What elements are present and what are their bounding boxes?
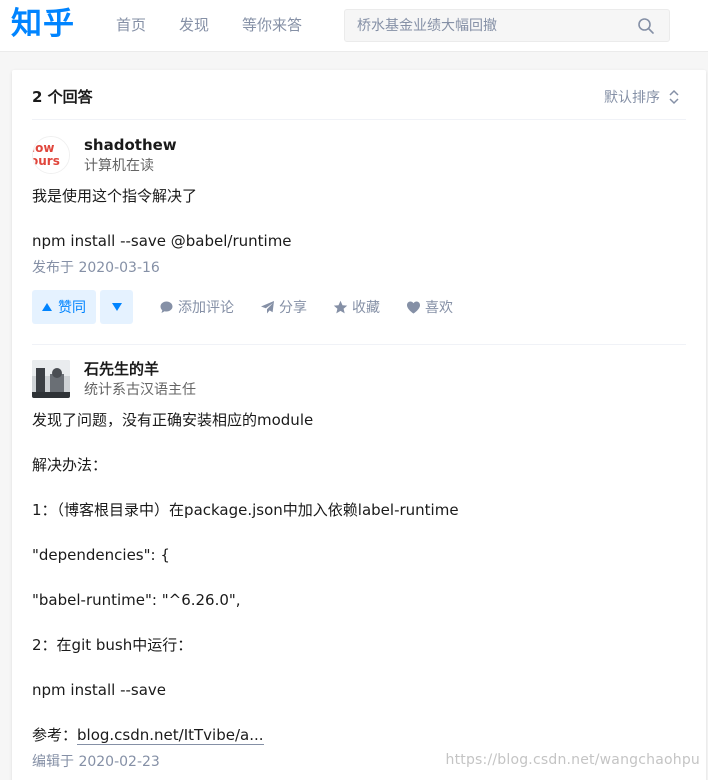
answers-card: 2 个回答 默认排序 iow ours shadothew 计算机在读 我是使用… bbox=[12, 70, 706, 780]
answer-paragraph: 我是使用这个指令解决了 bbox=[32, 187, 198, 205]
share-label: 分享 bbox=[279, 300, 307, 316]
answer-author: 石先生的羊 统计系古汉语主任 bbox=[32, 360, 686, 406]
answers-header: 2 个回答 默认排序 bbox=[32, 70, 686, 120]
top-bar: 知乎 首页 发现 等你来答 bbox=[0, 0, 708, 52]
search-input[interactable] bbox=[357, 17, 627, 35]
answer-paragraph: 解决办法： bbox=[32, 456, 108, 474]
watermark: https://blog.csdn.net/wangchaohpu bbox=[445, 752, 700, 768]
triangle-up-icon bbox=[42, 303, 52, 311]
answer-paragraph: "babel-runtime": "^6.26.0", bbox=[32, 591, 241, 609]
author-bio: 计算机在读 bbox=[84, 158, 154, 174]
comment-label: 添加评论 bbox=[178, 300, 234, 316]
answer-paragraph: "dependencies": { bbox=[32, 546, 170, 564]
answer-content: 我是使用这个指令解决了 npm install --save @babel/ru… bbox=[32, 184, 686, 254]
answer-date[interactable]: 发布于 2020-03-16 bbox=[32, 258, 686, 278]
reference-link[interactable]: blog.csdn.net/ItTvibe/a... bbox=[77, 726, 264, 745]
nav-item-waiting[interactable]: 等你来答 bbox=[242, 14, 302, 36]
share-icon bbox=[261, 300, 274, 313]
answer-paragraph: 1：（博客根目录中）在package.json中加入依赖label-runtim… bbox=[32, 501, 459, 519]
answer-divider bbox=[32, 344, 686, 345]
upvote-label: 赞同 bbox=[58, 300, 86, 316]
main-nav: 首页 发现 等你来答 bbox=[116, 14, 335, 36]
svg-text:iow: iow bbox=[33, 141, 54, 155]
heart-icon bbox=[407, 301, 420, 313]
nav-item-explore[interactable]: 发现 bbox=[179, 14, 209, 36]
triangle-down-icon bbox=[111, 303, 122, 311]
like-label: 喜欢 bbox=[425, 300, 453, 316]
answer-paragraph: 2：在git bush中运行： bbox=[32, 636, 193, 654]
share-button[interactable]: 分享 bbox=[260, 297, 307, 317]
reference-prefix: 参考： bbox=[32, 726, 78, 744]
collect-label: 收藏 bbox=[352, 300, 380, 316]
author-name[interactable]: shadothew bbox=[84, 135, 177, 156]
downvote-button[interactable] bbox=[100, 290, 133, 324]
search-icon[interactable] bbox=[637, 17, 655, 35]
answer-actions: 赞同 添加评论 分享 收藏 喜欢 bbox=[32, 290, 686, 324]
comment-icon bbox=[160, 301, 173, 313]
answer-item: iow ours shadothew 计算机在读 我是使用这个指令解决了 npm… bbox=[32, 136, 686, 324]
nav-item-home[interactable]: 首页 bbox=[116, 14, 146, 36]
star-icon bbox=[333, 300, 348, 313]
sort-toggle-icon bbox=[669, 89, 679, 105]
search-box bbox=[344, 9, 670, 42]
like-button[interactable]: 喜欢 bbox=[406, 297, 453, 317]
zhihu-logo[interactable]: 知乎 bbox=[11, 4, 75, 44]
author-name[interactable]: 石先生的羊 bbox=[84, 359, 159, 380]
answer-author: iow ours shadothew 计算机在读 bbox=[32, 136, 686, 182]
svg-text:ours: ours bbox=[33, 154, 60, 168]
avatar[interactable] bbox=[32, 360, 70, 398]
avatar[interactable]: iow ours bbox=[32, 136, 70, 174]
reference-paragraph: 参考：blog.csdn.net/ItTvibe/a... bbox=[32, 723, 686, 748]
answer-paragraph: 发现了问题，没有正确安装相应的module bbox=[32, 411, 314, 429]
author-bio: 统计系古汉语主任 bbox=[84, 382, 196, 398]
answer-content: 发现了问题，没有正确安装相应的module 解决办法： 1：（博客根目录中）在p… bbox=[32, 408, 686, 748]
comment-button[interactable]: 添加评论 bbox=[159, 297, 234, 317]
upvote-button[interactable]: 赞同 bbox=[32, 290, 96, 324]
answer-paragraph: npm install --save @babel/runtime bbox=[32, 232, 292, 250]
answer-count: 2 个回答 bbox=[32, 88, 93, 106]
answer-item: 石先生的羊 统计系古汉语主任 发现了问题，没有正确安装相应的module 解决办… bbox=[32, 360, 686, 772]
sort-dropdown[interactable]: 默认排序 bbox=[604, 87, 680, 107]
sort-label: 默认排序 bbox=[604, 90, 660, 106]
answer-paragraph: npm install --save bbox=[32, 681, 167, 699]
collect-button[interactable]: 收藏 bbox=[333, 297, 380, 317]
